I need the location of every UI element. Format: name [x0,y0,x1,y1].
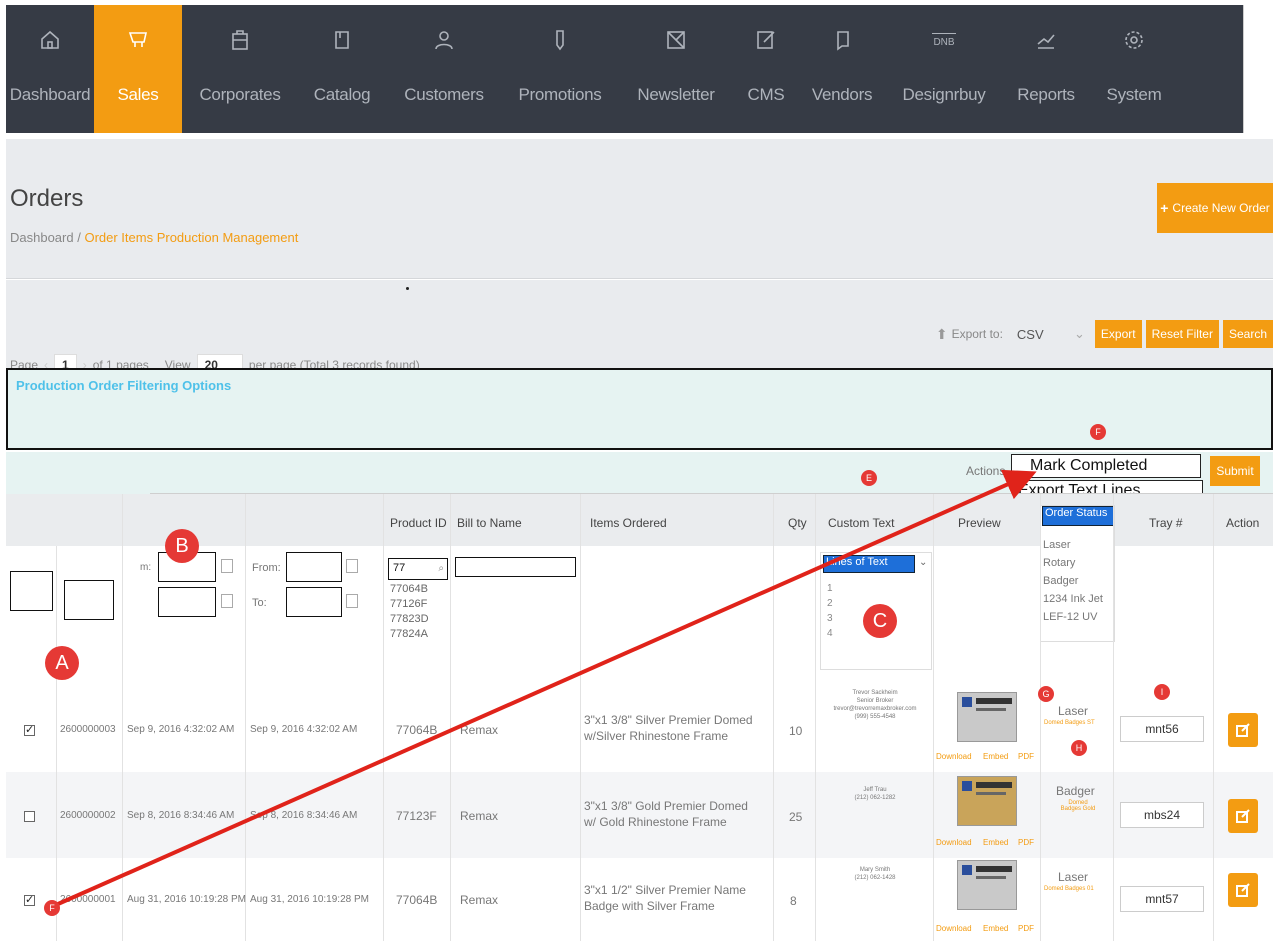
annotation-marker: E [861,470,877,486]
annotation-marker: H [1071,740,1087,756]
annotation-marker: G [1038,686,1054,702]
annotation-marker: I [1154,684,1170,700]
annotation-marker: A [45,646,79,680]
annotation-marker: F [44,900,60,916]
annotation-marker: B [165,529,199,563]
annotation-marker: F [1090,424,1106,440]
annotation-arrow [57,469,1037,906]
annotation-marker: C [863,604,897,638]
